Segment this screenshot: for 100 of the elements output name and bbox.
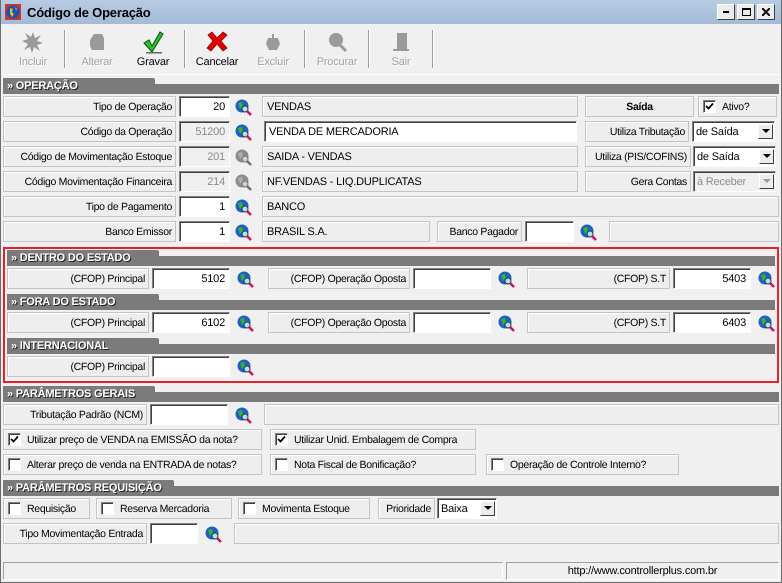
search-icon[interactable] <box>234 98 252 116</box>
field-label: Prioridade <box>378 498 435 519</box>
section-header: » OPERAÇÃO <box>3 78 155 94</box>
input-field[interactable]: 5403 <box>673 268 751 289</box>
description-display: NF.VENDAS - LIQ.DUPLICATAS <box>262 171 578 192</box>
field-label: (CFOP) S.T <box>527 268 670 289</box>
search-icon[interactable] <box>236 270 254 288</box>
field-label: Banco Emissor <box>3 221 176 242</box>
checkbox-label: Requisição <box>27 502 76 514</box>
type-label: Saída <box>585 96 694 117</box>
status-url: http://www.controllerplus.com.br <box>506 562 779 580</box>
checkbox[interactable] <box>275 458 288 471</box>
dropdown[interactable]: Baixa <box>437 498 497 519</box>
checkbox[interactable] <box>491 458 504 471</box>
description-display: VENDAS <box>262 96 578 117</box>
dropdown-arrow-button[interactable] <box>480 501 495 516</box>
search-icon[interactable] <box>757 270 775 288</box>
toolbar-button[interactable]: Cancelar <box>189 24 245 74</box>
input-field[interactable]: 20 <box>179 96 230 117</box>
field-label: (CFOP) Principal <box>7 356 149 377</box>
checkbox-label: Utilizar preço de VENDA na EMISSÃO da nota? <box>27 434 238 446</box>
caret-icon <box>762 154 770 159</box>
description-display: BANCO <box>262 196 779 217</box>
checkbox-label: Utilizar Unid. Embalagem de Compra <box>294 434 458 446</box>
field-label: Banco Pagador <box>437 221 522 242</box>
checkbox[interactable] <box>8 502 21 515</box>
field-label: (CFOP) Principal <box>7 268 149 289</box>
input-field[interactable]: VENDA DE MERCADORIA <box>264 121 577 142</box>
toolbar-button[interactable]: Gravar <box>125 24 181 74</box>
field-label: Código Movimentação Financeira <box>3 171 176 192</box>
search-icon[interactable] <box>234 406 252 424</box>
search-icon[interactable] <box>234 198 252 216</box>
field-label: (CFOP) Operação Oposta <box>268 312 410 333</box>
burst-icon <box>21 30 45 54</box>
field-label: Tipo Movimentação Entrada <box>3 523 147 544</box>
close-icon <box>762 8 770 16</box>
maximize-icon <box>742 8 750 16</box>
checkmark-icon <box>277 435 286 444</box>
checkbox-label: Reserva Mercadoria <box>120 502 210 514</box>
field-label: Gera Contas <box>585 171 691 192</box>
dropdown-arrow-button[interactable] <box>758 124 773 139</box>
field-label: (CFOP) S.T <box>527 312 670 333</box>
window-title: Código de Operação <box>27 4 152 20</box>
checkbox-label: Ativo? <box>722 100 750 112</box>
checkbox[interactable] <box>703 100 716 113</box>
dropdown-arrow-button[interactable] <box>759 149 774 164</box>
field-label: Utiliza Tributação <box>585 121 689 142</box>
field-label: Código de Movimentação Estoque <box>3 146 176 167</box>
search-icon[interactable] <box>234 122 252 140</box>
input-field[interactable]: 1 <box>179 196 230 217</box>
input-field[interactable] <box>413 268 491 289</box>
field-label: Tipo de Operação <box>3 96 176 117</box>
input-field[interactable]: 6102 <box>152 312 230 333</box>
input-field[interactable]: 6403 <box>673 312 751 333</box>
checkbox[interactable] <box>101 502 114 515</box>
dropdown[interactable]: de Saída <box>693 146 776 167</box>
description-display: BRASIL S.A. <box>262 221 430 242</box>
checkmark-icon <box>705 102 714 111</box>
checkbox[interactable] <box>243 502 256 515</box>
checkbox[interactable] <box>8 458 21 471</box>
globe-icon <box>5 4 21 20</box>
checkbox[interactable] <box>8 433 21 446</box>
caret-icon <box>762 129 770 134</box>
search-icon[interactable] <box>497 270 515 288</box>
checkbox-label: Operação de Controle Interno? <box>510 458 646 470</box>
field-label: Utiliza (PIS/COFINS) <box>585 146 691 167</box>
field-label: Tipo de Pagamento <box>3 196 176 217</box>
dropdown[interactable]: de Saída <box>692 121 775 142</box>
field-label: (CFOP) Operação Oposta <box>268 268 410 289</box>
checkbox-label: Movimenta Estoque <box>262 502 350 514</box>
field-label: Código da Operação <box>3 121 176 142</box>
search-icon[interactable] <box>579 222 597 240</box>
input-field[interactable] <box>152 356 230 377</box>
field-label: Tributação Padrão (NCM) <box>3 404 147 425</box>
caret-icon <box>762 179 770 184</box>
close-button[interactable] <box>757 4 775 20</box>
input-field[interactable]: 5102 <box>152 268 230 289</box>
search-icon[interactable] <box>234 222 252 240</box>
minimize-button[interactable] <box>717 4 735 20</box>
search-icon[interactable] <box>497 314 515 332</box>
input-field[interactable]: 1 <box>179 221 230 242</box>
maximize-button[interactable] <box>737 4 755 20</box>
input-field[interactable] <box>150 523 198 544</box>
search-icon[interactable] <box>236 314 254 332</box>
section-header: » PARÂMETROS REQUISIÇÃO <box>3 480 174 496</box>
checkmark-icon <box>141 30 165 54</box>
checkbox-label: Alterar preço de venda na ENTRADA de notas? <box>27 458 236 470</box>
checkbox[interactable] <box>275 433 288 446</box>
minimize-icon <box>723 11 729 13</box>
input-field[interactable] <box>150 404 228 425</box>
search-icon[interactable] <box>757 314 775 332</box>
description-display: SAIDA - VENDAS <box>262 146 578 167</box>
input-field[interactable] <box>413 312 491 333</box>
input-field[interactable] <box>525 221 574 242</box>
checkbox-label: Nota Fiscal de Bonificação? <box>294 458 416 470</box>
caret-icon <box>484 506 492 511</box>
checkmark-icon <box>10 435 19 444</box>
search-icon[interactable] <box>204 524 222 542</box>
search-icon[interactable] <box>236 358 254 376</box>
field-label: (CFOP) Principal <box>7 312 149 333</box>
